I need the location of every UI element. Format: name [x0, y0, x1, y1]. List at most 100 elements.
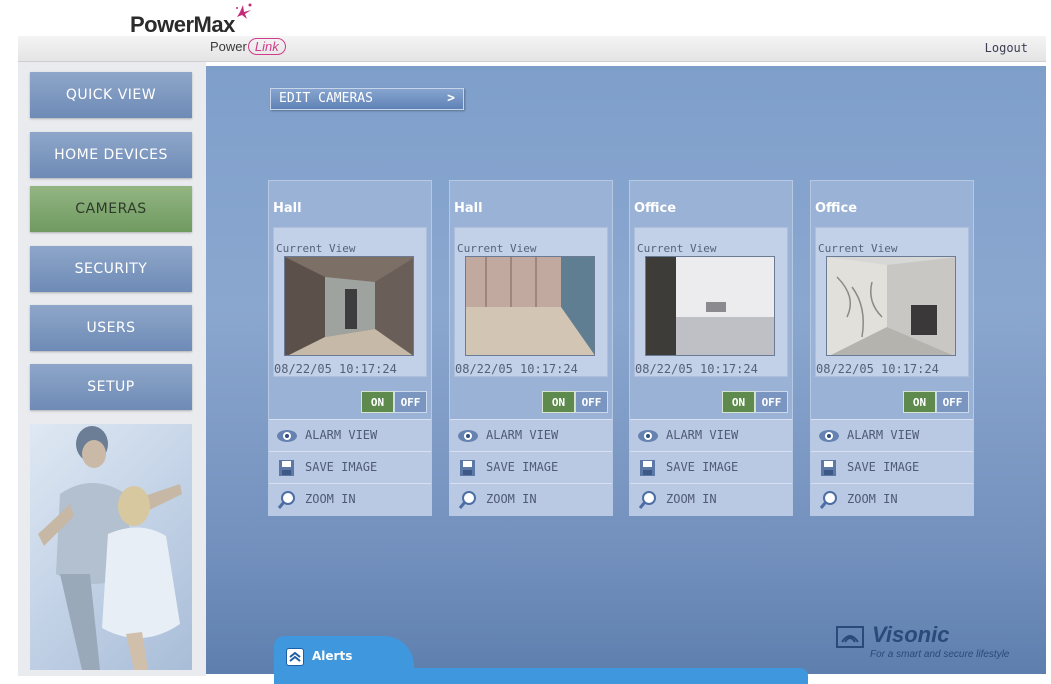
- zoom-in-button[interactable]: ZOOM IN: [811, 483, 973, 515]
- floppy-disk-icon: [460, 460, 475, 476]
- camera-image: [827, 257, 955, 355]
- camera-name: Office: [634, 201, 677, 216]
- zoom-in-button[interactable]: ZOOM IN: [269, 483, 431, 515]
- nav-users-button[interactable]: USERS: [30, 305, 192, 351]
- camera-toggle: ON OFF: [542, 391, 608, 413]
- camera-toggle: ON OFF: [903, 391, 969, 413]
- camera-timestamp: 08/22/05 10:17:24: [455, 362, 578, 376]
- camera-timestamp: 08/22/05 10:17:24: [635, 362, 758, 376]
- current-view-label: Current View: [457, 242, 537, 255]
- alarm-view-button[interactable]: ALARM VIEW: [630, 419, 792, 451]
- camera-view-box: Current View 08/22/05 10:17:24: [273, 227, 427, 377]
- floppy-disk-icon: [279, 460, 294, 476]
- powerlink-suffix: Link: [247, 38, 286, 55]
- save-image-label: SAVE IMAGE: [305, 460, 378, 474]
- magnifier-icon: [638, 491, 656, 509]
- zoom-in-button[interactable]: ZOOM IN: [450, 483, 612, 515]
- save-image-button[interactable]: SAVE IMAGE: [630, 451, 792, 483]
- zoom-in-label: ZOOM IN: [305, 492, 356, 506]
- alarm-view-label: ALARM VIEW: [847, 428, 920, 442]
- magnifier-icon: [458, 491, 476, 509]
- powerlink-prefix: Power: [210, 39, 247, 54]
- save-image-button[interactable]: SAVE IMAGE: [450, 451, 612, 483]
- magnifier-icon: [277, 491, 295, 509]
- nav-quick-view-button[interactable]: QUICK VIEW: [30, 72, 192, 118]
- sidebar: QUICK VIEW HOME DEVICES CAMERAS SECURITY…: [18, 62, 206, 676]
- current-view-label: Current View: [276, 242, 356, 255]
- alarm-view-button[interactable]: ALARM VIEW: [450, 419, 612, 451]
- logo-star-icon: [236, 3, 252, 19]
- camera-toggle: ON OFF: [361, 391, 427, 413]
- camera-image: [285, 257, 413, 355]
- camera-off-button[interactable]: OFF: [394, 391, 427, 413]
- floppy-disk-icon: [821, 460, 836, 476]
- camera-image: [466, 257, 594, 355]
- zoom-in-button[interactable]: ZOOM IN: [630, 483, 792, 515]
- family-photo: [30, 424, 192, 670]
- nav-home-devices-button[interactable]: HOME DEVICES: [30, 132, 192, 178]
- camera-snapshot[interactable]: [465, 256, 595, 356]
- camera-on-button[interactable]: ON: [722, 391, 755, 413]
- camera-on-button[interactable]: ON: [903, 391, 936, 413]
- chevron-right-icon: >: [447, 91, 455, 106]
- camera-image: [646, 257, 774, 355]
- current-view-label: Current View: [637, 242, 717, 255]
- camera-card: Office Current View 08/22/05 10:17:24 ON…: [629, 180, 793, 516]
- alerts-bar: [274, 668, 808, 684]
- eye-icon: [277, 430, 297, 442]
- camera-view-box: Current View 08/22/05 10:17:24: [815, 227, 969, 377]
- eye-icon: [819, 430, 839, 442]
- camera-name: Hall: [454, 201, 483, 216]
- camera-snapshot[interactable]: [645, 256, 775, 356]
- powerlink-logo: Power Link: [210, 38, 286, 55]
- camera-card: Office Current View 08/22/05 10:17:24 ON…: [810, 180, 974, 516]
- eye-icon: [458, 430, 478, 442]
- alerts-panel: Alerts: [274, 636, 808, 684]
- nav-setup-button[interactable]: SETUP: [30, 364, 192, 410]
- powermax-logo: PowerMax: [130, 3, 252, 38]
- expand-up-icon[interactable]: [286, 648, 304, 666]
- floppy-disk-icon: [640, 460, 655, 476]
- visonic-tagline: For a smart and secure lifestyle: [870, 649, 1010, 660]
- save-image-button[interactable]: SAVE IMAGE: [269, 451, 431, 483]
- zoom-in-label: ZOOM IN: [847, 492, 898, 506]
- alarm-view-label: ALARM VIEW: [305, 428, 378, 442]
- logout-link[interactable]: Logout: [985, 41, 1028, 55]
- camera-card: Hall Current View 08/22/05 10:17:24 ON O…: [449, 180, 613, 516]
- visonic-icon: [836, 626, 864, 648]
- visonic-logo: Visonic For a smart and secure lifestyle: [836, 622, 1036, 664]
- visonic-name: Visonic: [872, 622, 950, 647]
- zoom-in-label: ZOOM IN: [666, 492, 717, 506]
- camera-off-button[interactable]: OFF: [575, 391, 608, 413]
- camera-off-button[interactable]: OFF: [755, 391, 788, 413]
- magnifier-icon: [819, 491, 837, 509]
- camera-name: Office: [815, 201, 858, 216]
- camera-snapshot[interactable]: [826, 256, 956, 356]
- camera-view-box: Current View 08/22/05 10:17:24: [634, 227, 788, 377]
- camera-toggle: ON OFF: [722, 391, 788, 413]
- nav-security-button[interactable]: SECURITY: [30, 246, 192, 292]
- camera-view-box: Current View 08/22/05 10:17:24: [454, 227, 608, 377]
- camera-on-button[interactable]: ON: [542, 391, 575, 413]
- save-image-button[interactable]: SAVE IMAGE: [811, 451, 973, 483]
- main-panel: EDIT CAMERAS > Hall Current View 08/22/0…: [206, 66, 1046, 674]
- nav-cameras-button[interactable]: CAMERAS: [30, 186, 192, 232]
- family-photo-illustration: [38, 426, 182, 670]
- current-view-label: Current View: [818, 242, 898, 255]
- save-image-label: SAVE IMAGE: [666, 460, 739, 474]
- camera-name: Hall: [273, 201, 302, 216]
- alerts-label: Alerts: [312, 649, 353, 663]
- camera-timestamp: 08/22/05 10:17:24: [274, 362, 397, 376]
- zoom-in-label: ZOOM IN: [486, 492, 537, 506]
- alarm-view-label: ALARM VIEW: [666, 428, 739, 442]
- camera-snapshot[interactable]: [284, 256, 414, 356]
- camera-card: Hall Current View 08/22/05 10:17:24 ON O…: [268, 180, 432, 516]
- save-image-label: SAVE IMAGE: [847, 460, 920, 474]
- edit-cameras-button[interactable]: EDIT CAMERAS >: [270, 88, 464, 110]
- eye-icon: [638, 430, 658, 442]
- alarm-view-button[interactable]: ALARM VIEW: [811, 419, 973, 451]
- camera-timestamp: 08/22/05 10:17:24: [816, 362, 939, 376]
- alarm-view-button[interactable]: ALARM VIEW: [269, 419, 431, 451]
- camera-off-button[interactable]: OFF: [936, 391, 969, 413]
- camera-on-button[interactable]: ON: [361, 391, 394, 413]
